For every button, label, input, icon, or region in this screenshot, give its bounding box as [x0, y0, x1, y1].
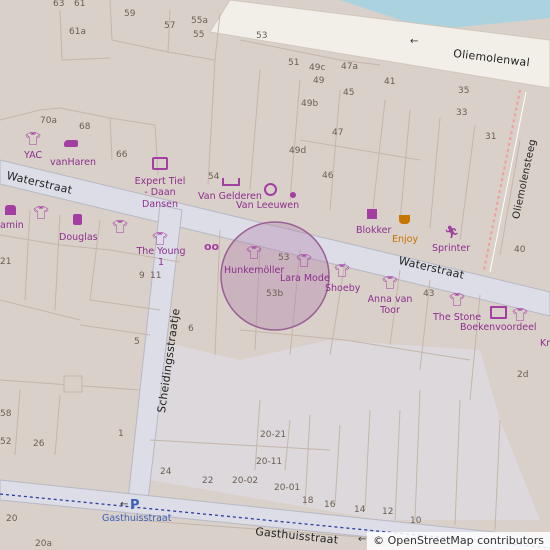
clothes-icon[interactable]: 👕︎: [512, 308, 529, 323]
clothes-icon[interactable]: 👕︎: [334, 264, 351, 279]
arrow-icon: ←: [120, 499, 129, 510]
book-icon[interactable]: [490, 306, 507, 319]
poi-label-douglas[interactable]: Douglas: [59, 233, 98, 243]
house-number: 26: [33, 439, 45, 449]
house-number: 21: [0, 257, 12, 267]
clothes-icon[interactable]: 👕︎: [152, 232, 169, 247]
house-number: 53: [256, 31, 268, 41]
house-number: 16: [324, 500, 336, 510]
poi-label-expert[interactable]: Expert Tiel - Daan Dansen: [132, 176, 188, 210]
poi-label-lara-mode[interactable]: Lara Mode: [280, 274, 330, 284]
poi-label-anna-van-toor[interactable]: Anna van Toor: [366, 294, 414, 317]
house-number: 43: [423, 289, 435, 299]
hardware-icon[interactable]: [367, 209, 377, 219]
jewelry-icon[interactable]: [264, 183, 277, 196]
house-number: 49c: [309, 63, 326, 73]
house-number: 45: [343, 88, 355, 98]
house-number: 22: [202, 476, 214, 486]
map-canvas[interactable]: Waterstraat Waterstraat Oliemolenwal Oli…: [0, 0, 550, 550]
house-number: 1: [118, 429, 124, 439]
house-number: 49d: [289, 146, 307, 156]
poi-label-amin[interactable]: amin: [0, 221, 24, 231]
poi-label-boekenvoordeel[interactable]: Boekenvoordeel: [460, 323, 537, 333]
house-number: 59: [124, 9, 136, 19]
house-number: 53: [278, 253, 290, 263]
tv-icon[interactable]: [152, 157, 168, 170]
cafe-icon[interactable]: [399, 215, 410, 224]
house-number: 20a: [35, 539, 52, 549]
house-number: 40: [514, 245, 526, 255]
sports-icon[interactable]: 🏃︎: [444, 225, 459, 239]
attribution-link[interactable]: OpenStreetMap contributors: [388, 534, 544, 547]
house-number: 68: [79, 122, 91, 132]
clothes-icon[interactable]: 👕︎: [296, 254, 313, 269]
arrow-icon: ←: [358, 534, 367, 545]
arrow-icon: ←: [410, 36, 419, 47]
bed-icon[interactable]: [222, 178, 240, 186]
house-number: 58: [0, 409, 12, 419]
poi-label-vanharen[interactable]: vanHaren: [50, 158, 96, 168]
house-number: 70a: [40, 116, 57, 126]
house-number: 20-21: [260, 430, 287, 440]
poi-label-hunkemoller[interactable]: Hunkemöller: [224, 266, 284, 276]
house-number: 10: [410, 516, 422, 526]
house-number: 47a: [341, 62, 358, 72]
house-number: 20-02: [232, 476, 259, 486]
poi-label-the-young[interactable]: The Young 1: [136, 246, 186, 269]
house-number: 63: [53, 0, 65, 9]
clothes-icon[interactable]: 👕︎: [112, 220, 129, 235]
house-number: 11: [150, 271, 162, 281]
house-number: 41: [384, 77, 396, 87]
poi-label-blokker[interactable]: Blokker: [356, 226, 391, 236]
clothes-icon[interactable]: 👕︎: [449, 293, 466, 308]
clothes-icon[interactable]: 👕︎: [25, 132, 42, 147]
house-number: 52: [0, 437, 12, 447]
copyright-symbol: ©: [373, 534, 385, 547]
poi-label-van-leeuwen[interactable]: Van Leeuwen: [236, 201, 299, 211]
house-number: 20: [6, 514, 18, 524]
house-number: 66: [116, 150, 128, 160]
clothes-icon[interactable]: 👕︎: [382, 276, 399, 291]
house-number: 24: [160, 467, 172, 477]
house-number: 51: [288, 58, 300, 68]
house-number: 2d: [517, 370, 529, 380]
house-number: 61: [74, 0, 86, 9]
house-number: 18: [302, 496, 314, 506]
attribution: © OpenStreetMap contributors: [367, 532, 550, 550]
house-number: 35: [458, 86, 470, 96]
house-number: 14: [354, 505, 366, 515]
house-number: 6: [188, 324, 194, 334]
glasses-icon[interactable]: oo: [204, 240, 219, 253]
house-number: 55: [193, 30, 205, 40]
house-number: 12: [382, 507, 394, 517]
house-number: 57: [164, 21, 176, 31]
house-number: 53b: [266, 289, 284, 299]
clothes-icon[interactable]: 👕︎: [33, 206, 50, 221]
shoe-icon[interactable]: [64, 140, 78, 147]
poi-label-shoeby[interactable]: Shoeby: [325, 284, 360, 294]
house-number: 61a: [69, 27, 86, 37]
parking-icon[interactable]: P: [130, 498, 140, 513]
poi-label-yac[interactable]: YAC: [24, 151, 42, 161]
house-number: 20-11: [256, 457, 283, 467]
poi-label-enjoy[interactable]: Enjoy: [392, 235, 418, 245]
house-number: 31: [485, 132, 497, 142]
poi-label-kr[interactable]: Kr: [540, 339, 550, 349]
house-number: 9: [139, 271, 145, 281]
perfume-icon[interactable]: [73, 214, 82, 225]
house-number: 33: [456, 108, 468, 118]
street-label-gasthuisstraat: Gasthuisstraat: [102, 513, 172, 524]
house-number: 49: [313, 76, 325, 86]
house-number: 47: [332, 128, 344, 138]
house-number: 54: [208, 172, 220, 182]
poi-label-sprinter[interactable]: Sprinter: [432, 244, 470, 254]
house-number: 20-01: [274, 483, 301, 493]
house-number: 46: [322, 171, 334, 181]
house-number: 49b: [301, 99, 319, 109]
house-number: 5: [134, 337, 140, 347]
gift-icon[interactable]: [5, 205, 16, 215]
clothes-icon[interactable]: 👕︎: [246, 246, 263, 261]
dot-icon[interactable]: [290, 192, 296, 198]
house-number: 55a: [191, 16, 208, 26]
